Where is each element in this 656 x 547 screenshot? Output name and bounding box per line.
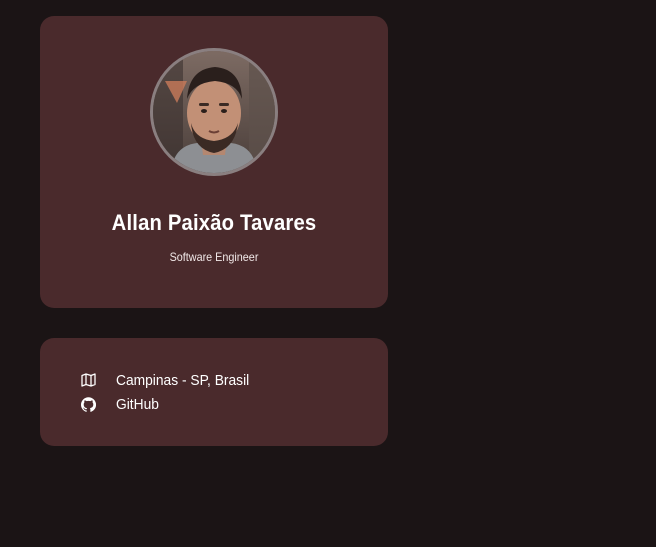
github-icon[interactable] [80,396,96,412]
profile-name: Allan Paixão Tavares [111,210,317,235]
avatar [150,48,278,176]
map-icon [80,372,96,388]
location-text: Campinas - SP, Brasil [116,371,250,389]
profile-role: Software Engineer [169,250,259,264]
profile-card: Allan Paixão Tavares Software Engineer [40,16,388,308]
location-row: Campinas - SP, Brasil [80,369,261,391]
info-card: Campinas - SP, Brasil GitHub [40,338,388,446]
github-row[interactable]: GitHub [80,393,163,415]
github-link[interactable]: GitHub [116,396,159,413]
profile-photo [153,51,275,173]
